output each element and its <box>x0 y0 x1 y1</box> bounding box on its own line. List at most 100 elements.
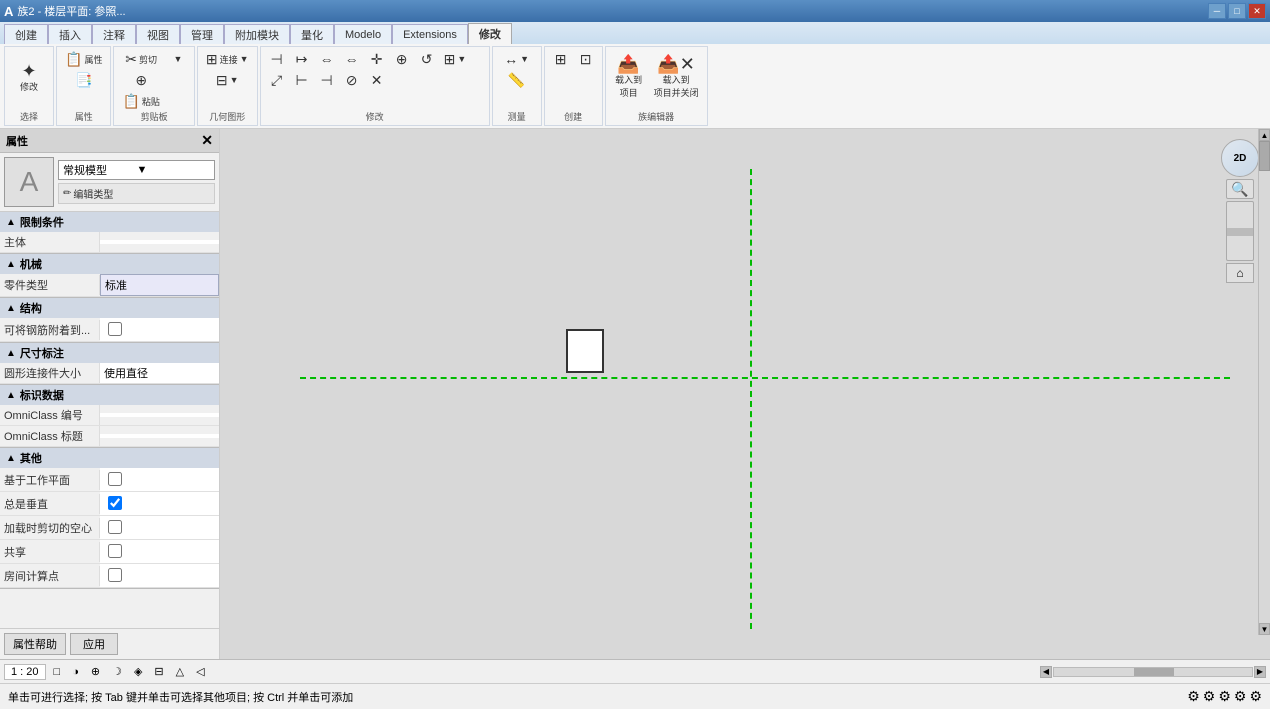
sun-path-btn[interactable]: ⊕ <box>87 664 104 679</box>
prop-label-part-type: 零件类型 <box>0 275 100 295</box>
load-to-project-close-btn[interactable]: 📤✕ 载入到 项目并关闭 <box>650 49 703 105</box>
rotate-btn[interactable]: ↺ <box>415 49 439 69</box>
array-btn[interactable]: ⊞ ▼ <box>440 49 471 69</box>
scroll-down-button[interactable]: ▼ <box>1259 623 1270 635</box>
tab-modelo[interactable]: Modelo <box>334 24 392 44</box>
create-assembly-btn[interactable]: ⊡ <box>574 49 598 69</box>
prop-value-part-type[interactable]: 标准 <box>100 274 219 296</box>
load-to-project-btn[interactable]: 📤 载入到 项目 <box>610 49 648 105</box>
measure-btn[interactable]: 📏 <box>500 70 533 90</box>
prop-value-omniclass-num[interactable] <box>100 413 219 417</box>
cut-btn[interactable]: ✂ 剪切 <box>118 49 163 69</box>
properties-close-btn[interactable]: ✕ <box>201 132 213 149</box>
dimension-btn[interactable]: ↔ ▼ <box>500 49 533 69</box>
paste-btn[interactable]: 📋 粘贴 <box>118 91 163 111</box>
section-constraints-header[interactable]: ▲ 限制条件 <box>0 212 219 232</box>
properties-panel-header: 属性 ✕ <box>0 129 219 153</box>
shared-checkbox[interactable] <box>108 544 122 558</box>
always-vertical-checkbox[interactable] <box>108 496 122 510</box>
tab-view[interactable]: 视图 <box>136 24 180 44</box>
maximize-button[interactable]: □ <box>1228 3 1246 19</box>
h-scroll-track[interactable] <box>1053 667 1253 677</box>
create-group-btn[interactable]: ⊞ <box>549 49 573 69</box>
prop-value-host[interactable] <box>100 240 219 244</box>
tab-annotate[interactable]: 注释 <box>92 24 136 44</box>
minimize-button[interactable]: ─ <box>1208 3 1226 19</box>
visual-style-btn[interactable]: ◑ <box>68 665 83 679</box>
mirror-btn[interactable]: ⇔ <box>315 49 339 69</box>
shadows-btn[interactable]: ☽ <box>108 664 126 679</box>
props-apply-button[interactable]: 应用 <box>70 633 118 655</box>
scroll-thumb-vertical[interactable] <box>1259 141 1270 171</box>
cut-void-checkbox[interactable] <box>108 520 122 534</box>
tray-icon-4[interactable]: ⚙ <box>1234 688 1247 705</box>
rebar-checkbox[interactable] <box>108 322 122 336</box>
prop-label-omniclass-title: OmniClass 标题 <box>0 426 100 446</box>
properties-btn[interactable]: 📋 属性 <box>61 49 106 69</box>
tab-extensions[interactable]: Extensions <box>392 24 468 44</box>
tray-icon-5[interactable]: ⚙ <box>1249 688 1262 705</box>
section-id-data-header[interactable]: ▲ 标识数据 <box>0 385 219 405</box>
void-btn[interactable]: ⊟ ▼ <box>202 70 253 90</box>
section-mechanical-header[interactable]: ▲ 机械 <box>0 254 219 274</box>
offset-btn[interactable]: ↦ <box>290 49 314 69</box>
zoom-in-button[interactable]: 🔍 <box>1226 179 1254 199</box>
trim-btn[interactable]: ⊢ <box>290 70 314 90</box>
zoom-slider-track[interactable] <box>1226 201 1254 261</box>
align-btn[interactable]: ⊣ <box>265 49 289 69</box>
section-dimension-header[interactable]: ▲ 尺寸标注 <box>0 343 219 363</box>
scroll-right-button[interactable]: ▶ <box>1254 666 1266 678</box>
tab-addins[interactable]: 附加模块 <box>224 24 290 44</box>
rotate-icon: ↺ <box>421 52 433 66</box>
h-scroll-thumb[interactable] <box>1134 668 1174 676</box>
family-element[interactable] <box>566 329 604 373</box>
section-other-header[interactable]: ▲ 其他 <box>0 448 219 468</box>
tray-icon-2[interactable]: ⚙ <box>1203 688 1216 705</box>
scroll-left-button[interactable]: ◀ <box>1040 666 1052 678</box>
section-structure-header[interactable]: ▲ 结构 <box>0 298 219 318</box>
lock-btn[interactable]: △ <box>172 664 188 679</box>
type-properties-btn[interactable]: 📑 <box>61 70 106 90</box>
nav-2d-button[interactable]: 2D <box>1221 139 1259 177</box>
move-btn[interactable]: ✛ <box>365 49 389 69</box>
dimension-section-arrow: ▲ <box>6 348 16 359</box>
mirror2-btn[interactable]: ⇔ <box>340 49 364 69</box>
temp-hide-btn[interactable]: ◁ <box>192 664 208 679</box>
family-type-dropdown[interactable]: 常规模型 ▼ <box>58 160 215 180</box>
prop-value-conn-size[interactable]: 使用直径 <box>100 363 219 383</box>
tab-quantity[interactable]: 量化 <box>290 24 334 44</box>
tab-insert[interactable]: 插入 <box>48 24 92 44</box>
scroll-up-button[interactable]: ▲ <box>1259 129 1270 141</box>
close-button[interactable]: ✕ <box>1248 3 1266 19</box>
modify-button[interactable]: ✦ 修改 <box>10 49 48 105</box>
copy-tool-btn[interactable]: ⊕ <box>390 49 414 69</box>
tray-icon-3[interactable]: ⚙ <box>1218 688 1231 705</box>
prop-row-shared: 共享 <box>0 540 219 564</box>
scale-btn[interactable]: ⤢ <box>265 70 289 90</box>
zoom-in-icon: 🔍 <box>1231 181 1248 198</box>
zoom-fit-button[interactable]: ⌂ <box>1226 263 1254 283</box>
delete-btn[interactable]: ✕ <box>365 70 389 90</box>
canvas-background[interactable]: 2D 🔍 ⌂ <box>220 129 1270 659</box>
show-hide-btn[interactable]: ◈ <box>130 664 146 679</box>
prop-row-host: 主体 <box>0 232 219 253</box>
tab-manage[interactable]: 管理 <box>180 24 224 44</box>
connect-btn[interactable]: ⊞ 连接 ▼ <box>202 49 253 69</box>
work-plane-checkbox[interactable] <box>108 472 122 486</box>
room-calc-checkbox[interactable] <box>108 568 122 582</box>
view-detail-btn[interactable]: □ <box>50 665 65 679</box>
paste-arrow-btn[interactable]: ▼ <box>166 49 190 69</box>
copy-btn[interactable]: ⊕ <box>118 70 163 90</box>
scale-display[interactable]: 1 : 20 <box>4 664 46 680</box>
tab-create[interactable]: 创建 <box>4 24 48 44</box>
tray-icon-1[interactable]: ⚙ <box>1187 688 1200 705</box>
edit-type-button[interactable]: ✏ 编辑类型 <box>58 183 215 204</box>
prop-value-omniclass-title[interactable] <box>100 434 219 438</box>
scrollbar-vertical: ▲ ▼ <box>1258 129 1270 635</box>
crop-btn[interactable]: ⊟ <box>150 664 167 679</box>
split-btn[interactable]: ⊘ <box>340 70 364 90</box>
props-help-button[interactable]: 属性帮助 <box>4 633 66 655</box>
trim2-btn[interactable]: ⊣ <box>315 70 339 90</box>
scroll-track-vertical[interactable] <box>1259 141 1270 623</box>
tab-modify[interactable]: 修改 <box>468 23 512 44</box>
